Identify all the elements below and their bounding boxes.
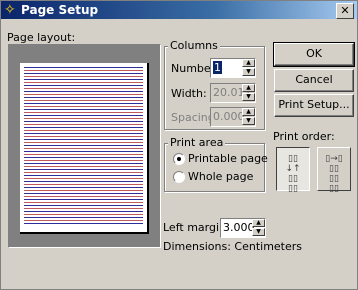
- number-up-button[interactable]: ▲: [242, 59, 255, 67]
- left-margin-value: 3.000: [223, 221, 255, 234]
- print-area-group: [164, 143, 265, 192]
- left-margin-up-button[interactable]: ▲: [252, 219, 265, 227]
- printable-page-radio[interactable]: [173, 153, 185, 165]
- whole-page-label[interactable]: Whole page: [188, 170, 253, 183]
- print-order-label: Print order:: [273, 130, 335, 143]
- spacing-up-button[interactable]: ▲: [242, 108, 255, 116]
- page-layout-label: Page layout:: [7, 31, 76, 44]
- preview-lines: [24, 67, 143, 226]
- print-order-down-then-across-button[interactable]: ▯▯ ↓↑ ▯▯ ▯▯: [276, 147, 310, 194]
- preview-paper: [20, 63, 149, 234]
- width-up-button[interactable]: ▲: [242, 84, 255, 92]
- whole-page-radio[interactable]: [173, 171, 185, 183]
- number-down-button[interactable]: ▼: [242, 68, 255, 76]
- spacing-down-button[interactable]: ▼: [242, 117, 255, 125]
- width-label: Width:: [171, 87, 207, 100]
- left-margin-down-button[interactable]: ▼: [252, 228, 265, 236]
- spacing-value: 0.000: [213, 110, 245, 123]
- width-stepper[interactable]: 20.011 ▲ ▼: [210, 83, 256, 103]
- down-then-across-icon: ▯▯ ↓↑ ▯▯ ▯▯: [285, 154, 301, 194]
- page-setup-dialog: ✧ Page Setup ✕ Page layout: Columns Numb…: [0, 0, 358, 290]
- across-then-down-icon: ▯→▯ ▯▯ ▯▯ ▯▯: [325, 154, 343, 194]
- cancel-button[interactable]: Cancel: [274, 69, 354, 92]
- width-down-button[interactable]: ▼: [242, 93, 255, 101]
- ok-button[interactable]: OK: [273, 42, 355, 67]
- columns-group-title: Columns: [168, 39, 220, 52]
- printable-page-label[interactable]: Printable page: [188, 152, 268, 165]
- dimensions-text: Dimensions: Centimeters: [163, 240, 303, 253]
- left-margin-label: Left margin: [163, 221, 226, 234]
- left-margin-stepper[interactable]: 3.000 ▲ ▼: [220, 218, 266, 238]
- page-layout-preview: [8, 44, 161, 248]
- close-button[interactable]: ✕: [336, 3, 354, 19]
- print-setup-button[interactable]: Print Setup...: [274, 94, 354, 117]
- title-bar[interactable]: ✧ Page Setup ✕: [1, 1, 357, 19]
- number-stepper[interactable]: 1 ▲ ▼: [210, 58, 256, 78]
- spacing-stepper[interactable]: 0.000 ▲ ▼: [210, 107, 256, 127]
- spacing-label: Spacing: [171, 111, 215, 124]
- window-title: Page Setup: [21, 3, 99, 17]
- page-setup-icon: ✧: [4, 2, 16, 18]
- print-order-across-then-down-button[interactable]: ▯→▯ ▯▯ ▯▯ ▯▯: [317, 147, 351, 194]
- number-value: 1: [213, 61, 222, 74]
- print-area-group-title: Print area: [168, 136, 226, 149]
